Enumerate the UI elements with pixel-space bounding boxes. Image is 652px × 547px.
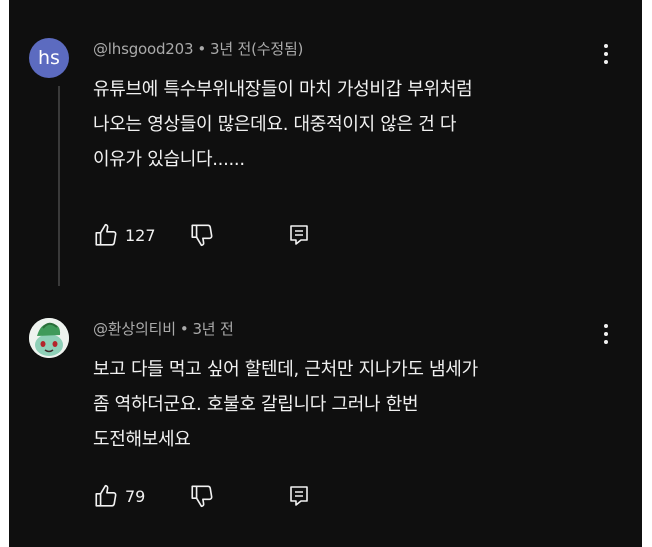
avatar-image bbox=[29, 318, 69, 358]
reply-button[interactable] bbox=[287, 481, 311, 511]
reply-icon bbox=[290, 486, 308, 506]
dislike-button[interactable] bbox=[189, 220, 215, 250]
like-count: 127 bbox=[125, 225, 156, 245]
meta-separator: • bbox=[179, 320, 189, 338]
more-vert-icon[interactable] bbox=[599, 42, 613, 66]
thumb-up-icon bbox=[95, 484, 117, 507]
thumb-down-icon bbox=[191, 485, 213, 508]
like-button[interactable]: 79 bbox=[93, 481, 145, 511]
comment-actions: 79 bbox=[93, 481, 353, 511]
comment-meta: @lhsgood203 • 3년 전(수정됨) bbox=[93, 38, 303, 59]
reply-thread-line bbox=[58, 86, 60, 286]
avatar-initials: hs bbox=[38, 47, 60, 69]
comment-line: 보고 다들 먹고 싶어 할텐데, 근처만 지나가도 냄세가 bbox=[93, 359, 478, 380]
comment-line: 이유가 있습니다...... bbox=[93, 149, 245, 170]
comment-actions: 127 bbox=[93, 220, 353, 250]
dislike-button[interactable] bbox=[189, 481, 215, 511]
comment-time[interactable]: 3년 전 bbox=[192, 320, 233, 338]
like-count: 79 bbox=[125, 486, 146, 506]
thumb-down-icon bbox=[191, 224, 213, 247]
comment-line: 도전해보세요 bbox=[93, 429, 191, 450]
comment-line: 유튜브에 특수부위내장들이 마치 가성비갑 부위처럼 bbox=[93, 79, 473, 100]
meta-separator: • bbox=[197, 40, 206, 58]
comment-line: 나오는 영상들이 많은데요. 대중적이지 않은 건 다 bbox=[93, 114, 457, 135]
comments-panel: hs @lhsgood203 • 3년 전(수정됨) 유튜브에 특수부위내장들이 마… bbox=[9, 0, 642, 547]
comment-line: 좀 역하더군요. 호불호 갈립니다 그러나 한번 bbox=[93, 394, 419, 415]
avatar[interactable]: hs bbox=[29, 38, 69, 78]
author-name[interactable]: @환상의티비 bbox=[93, 320, 176, 338]
comment-time[interactable]: 3년 전(수정됨) bbox=[210, 40, 303, 58]
comment-text: 보고 다들 먹고 싶어 할텐데, 근처만 지나가도 냄세가 좀 역하더군요. 호… bbox=[93, 352, 613, 457]
avatar[interactable] bbox=[29, 318, 69, 358]
author-name[interactable]: @lhsgood203 bbox=[93, 40, 194, 58]
like-button[interactable]: 127 bbox=[93, 220, 156, 250]
reply-button[interactable] bbox=[287, 220, 311, 250]
reply-icon bbox=[290, 225, 308, 245]
more-vert-icon[interactable] bbox=[599, 322, 613, 346]
comment-meta: @환상의티비 • 3년 전 bbox=[93, 318, 234, 339]
comment-text: 유튜브에 특수부위내장들이 마치 가성비갑 부위처럼 나오는 영상들이 많은데요… bbox=[93, 72, 613, 177]
thumb-up-icon bbox=[95, 223, 117, 246]
